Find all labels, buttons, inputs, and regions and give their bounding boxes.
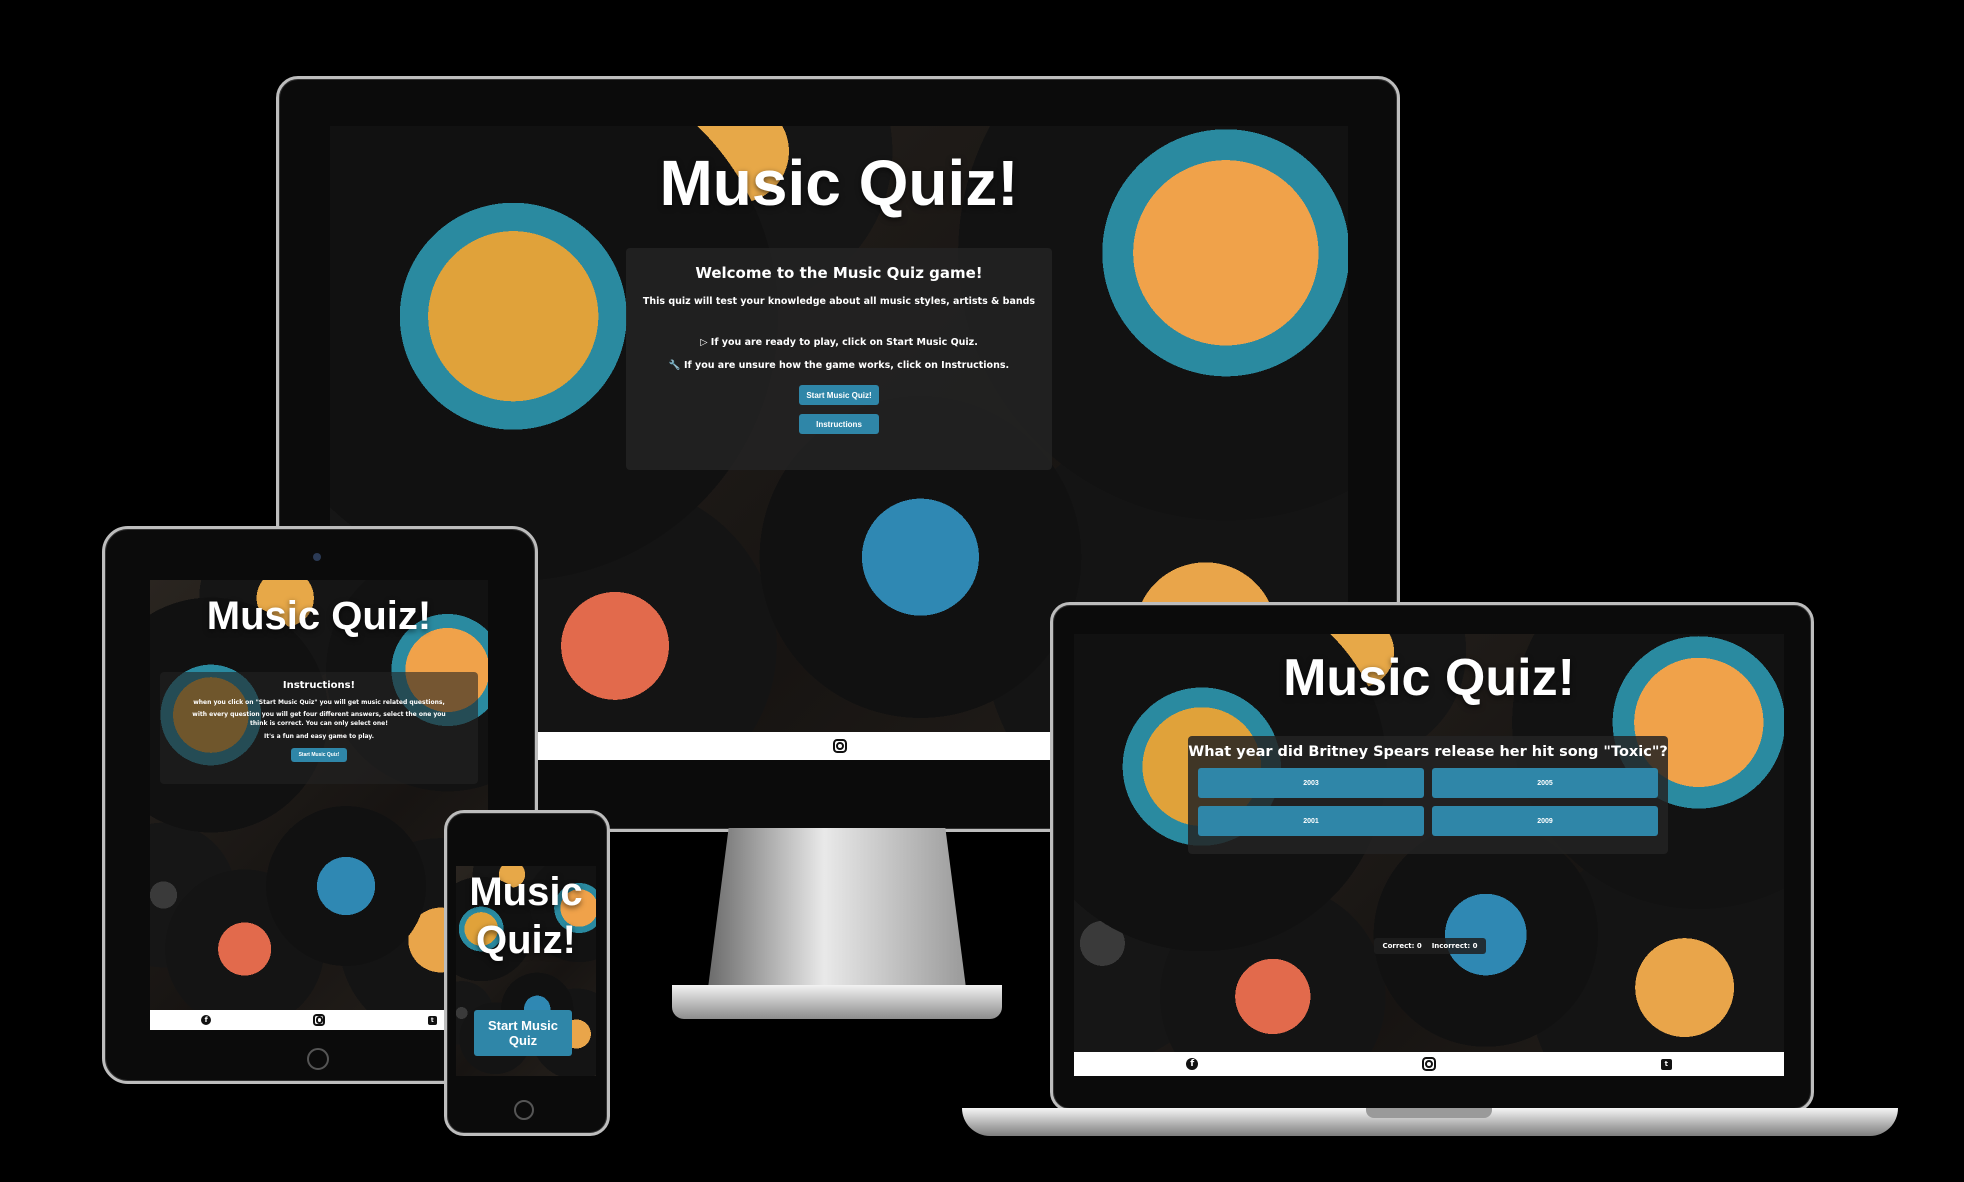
facebook-icon[interactable]: f (201, 1015, 212, 1025)
welcome-heading: Welcome to the Music Quiz game! (695, 264, 983, 282)
instructions-line-1: when you click on "Start Music Quiz" you… (193, 699, 445, 706)
instructions-panel: Instructions! when you click on "Start M… (160, 672, 478, 784)
instructions-heading: Instructions! (282, 680, 356, 691)
twitter-icon[interactable]: t (427, 1015, 437, 1025)
tablet-camera (313, 553, 321, 561)
page-title: Music Quiz! (659, 147, 1019, 219)
start-quiz-button[interactable]: Start Music Quiz! (799, 385, 879, 405)
question-panel: What year did Britney Spears release her… (1188, 736, 1668, 854)
welcome-text: This quiz will test your knowledge about… (642, 296, 1036, 307)
tablet-home-button (307, 1048, 329, 1070)
monitor-base (672, 985, 1002, 1019)
answer-button[interactable]: 2005 (1432, 768, 1658, 798)
monitor-stand (708, 828, 966, 988)
unsure-text: 🔧 If you are unsure how the game works, … (668, 360, 1010, 371)
phone-title-line-2: Quiz! (476, 918, 576, 962)
tablet-page-title: Music Quiz! (206, 594, 432, 638)
phone-screen: Music Quiz! Start Music Quiz (456, 866, 596, 1076)
welcome-panel: Welcome to the Music Quiz game! This qui… (626, 248, 1052, 470)
tablet-screen: Music Quiz! Instructions! when you click… (150, 580, 488, 1030)
phone-home-button (514, 1100, 534, 1120)
instructions-line-3: It's a fun and easy game to play. (263, 733, 375, 740)
ready-text: ▷ If you are ready to play, click on Sta… (700, 337, 978, 348)
phone-title-line-1: Music (469, 870, 583, 914)
answer-button[interactable]: 2001 (1198, 806, 1424, 836)
tablet-footer: f t (150, 1010, 488, 1030)
laptop-screen: Music Quiz! What year did Britney Spears… (1074, 634, 1784, 1076)
correct-score: Correct: 0 (1382, 942, 1422, 950)
laptop-page-title: Music Quiz! (1283, 649, 1575, 707)
laptop-notch (1366, 1108, 1492, 1118)
instructions-line-2: with every question you will get four di… (192, 711, 446, 727)
score-box: Correct: 0 Incorrect: 0 (1374, 938, 1486, 954)
instagram-icon[interactable] (832, 739, 847, 753)
incorrect-score: Incorrect: 0 (1431, 942, 1478, 950)
tablet-start-quiz-button[interactable]: Start Music Quiz! (291, 748, 347, 762)
answer-grid: 2003 2005 2001 2009 (1198, 768, 1658, 836)
question-text: What year did Britney Spears release her… (1188, 744, 1668, 760)
answer-button[interactable]: 2009 (1432, 806, 1658, 836)
facebook-icon[interactable]: f (1186, 1058, 1199, 1070)
instagram-icon[interactable] (1422, 1057, 1437, 1071)
instructions-button[interactable]: Instructions (799, 414, 879, 434)
instagram-icon[interactable] (313, 1014, 326, 1026)
laptop-footer: f t (1074, 1052, 1784, 1076)
twitter-icon[interactable]: t (1660, 1058, 1672, 1070)
phone-start-quiz-button[interactable]: Start Music Quiz (474, 1010, 572, 1056)
answer-button[interactable]: 2003 (1198, 768, 1424, 798)
